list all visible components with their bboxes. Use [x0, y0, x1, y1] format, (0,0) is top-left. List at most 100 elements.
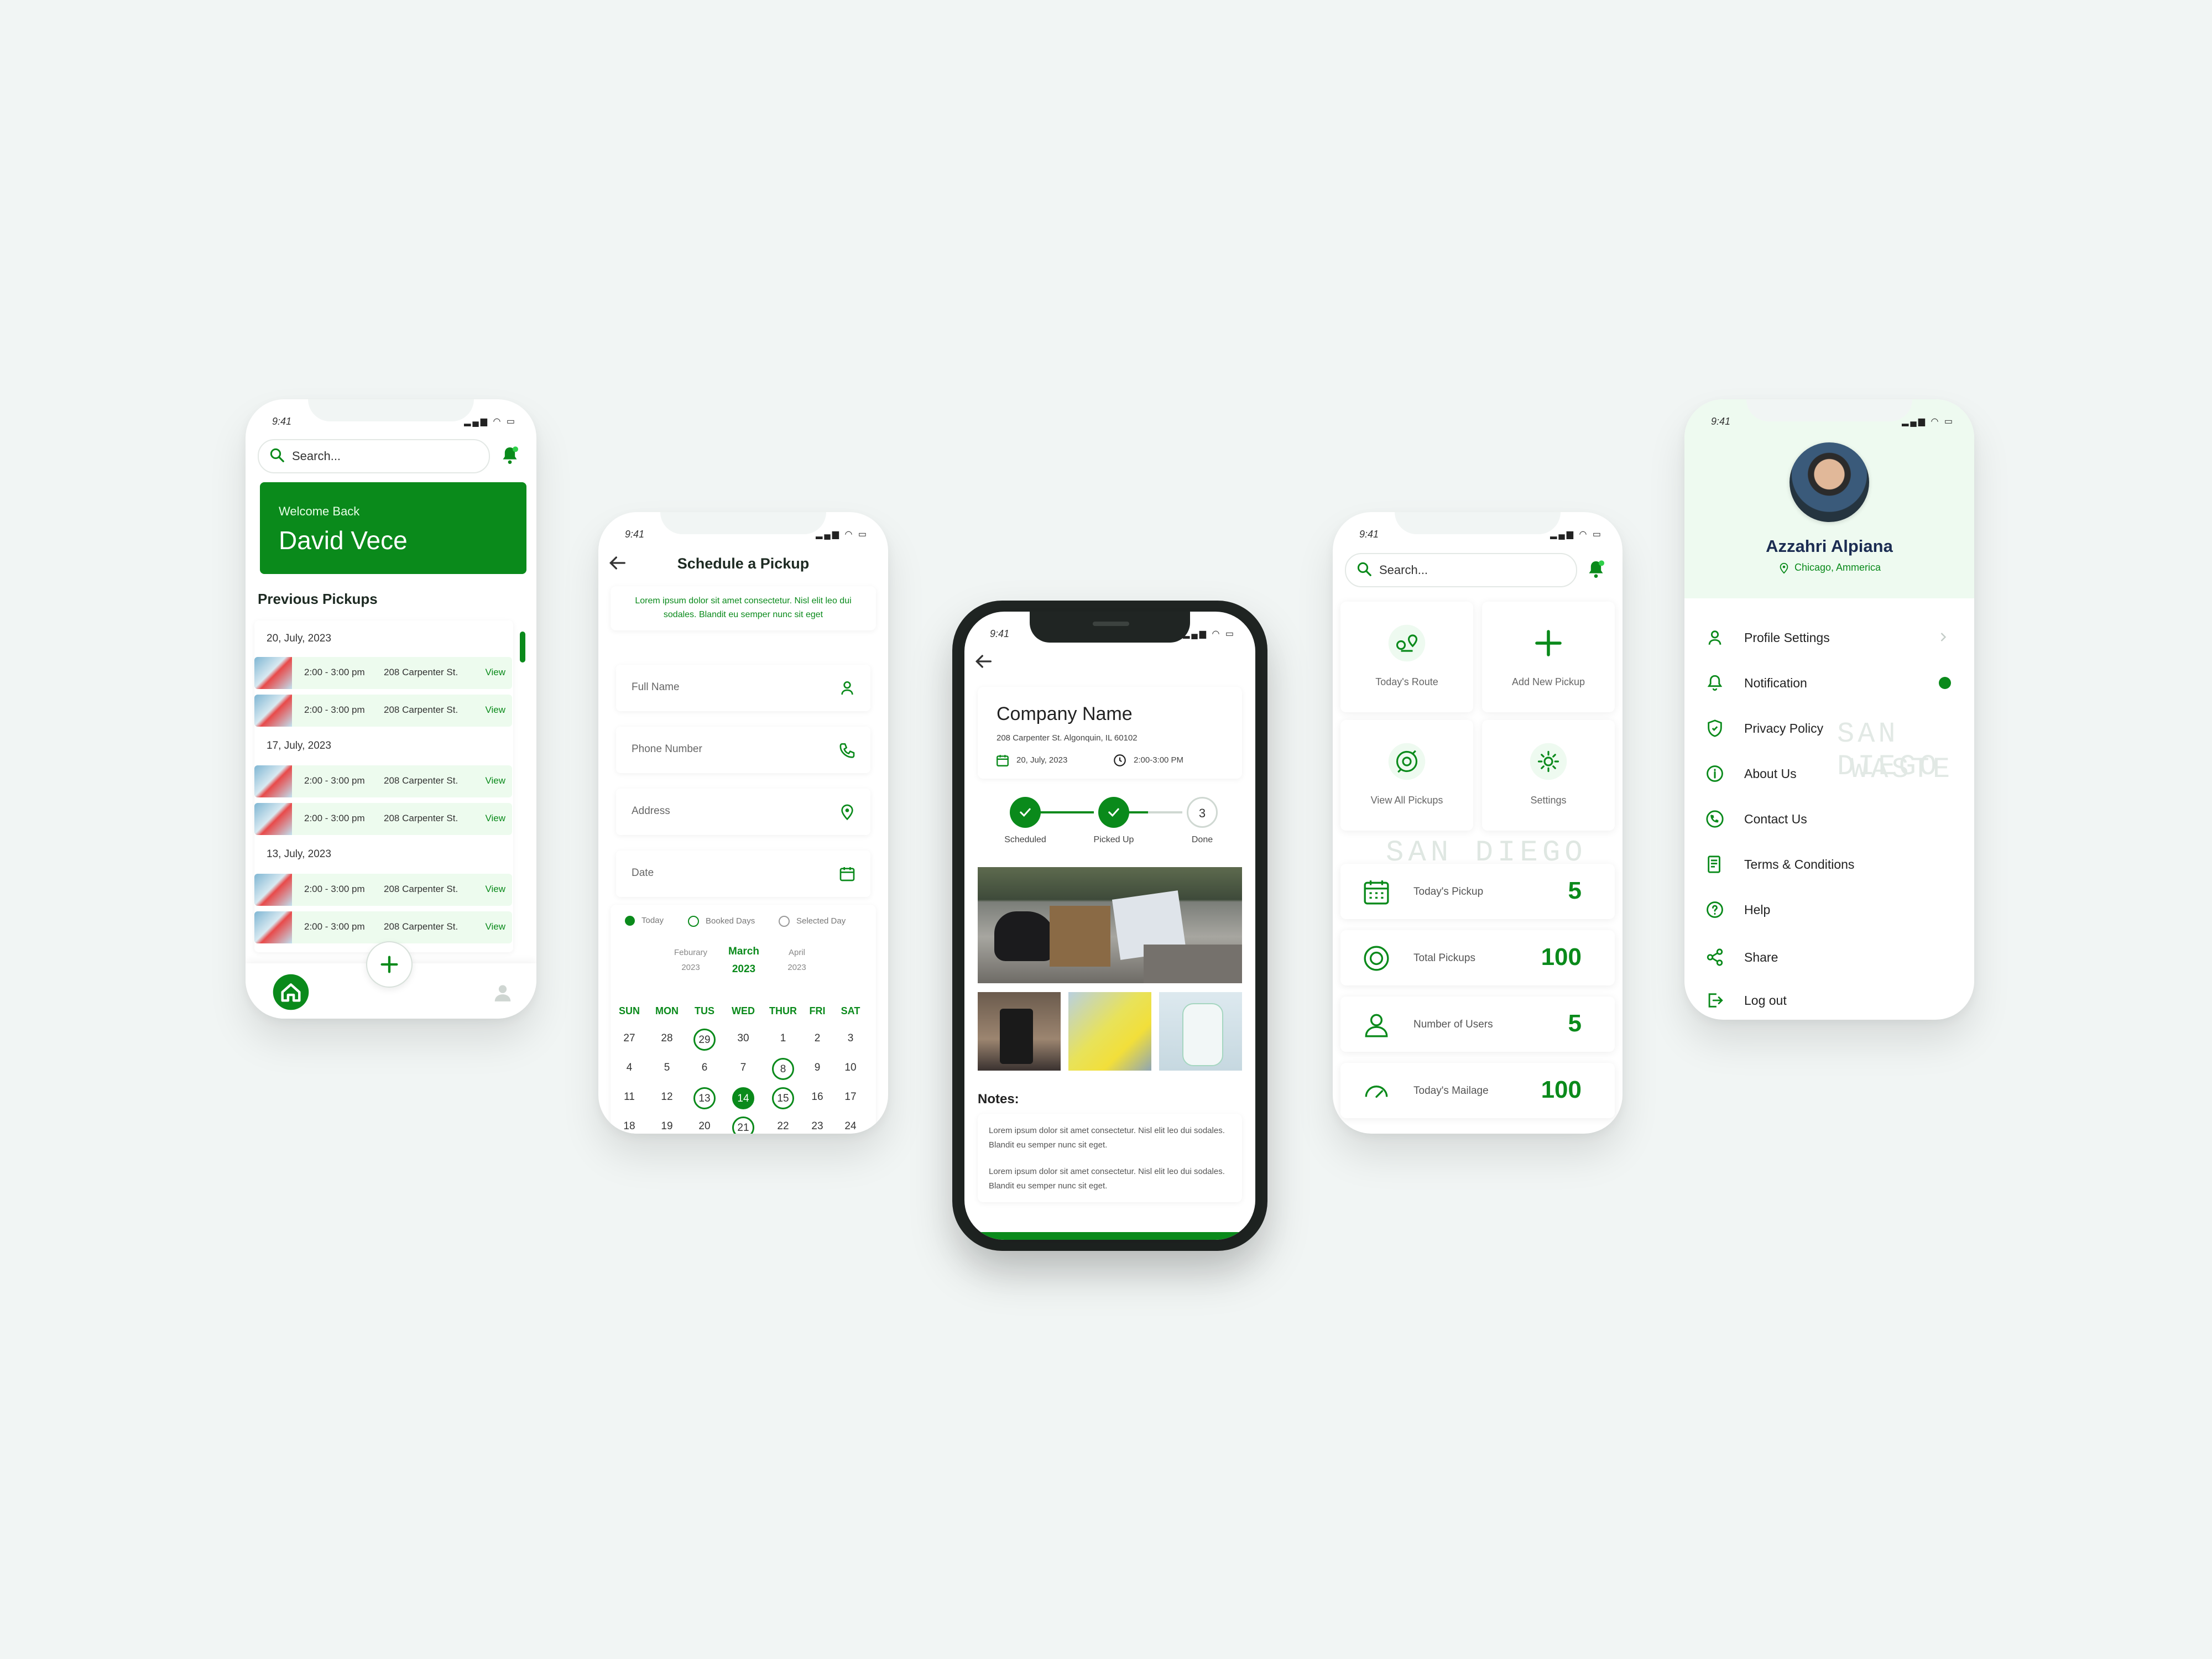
- calendar-day[interactable]: 3: [839, 1029, 862, 1051]
- company-address: 208 Carpenter St. Algonquin, IL 60102: [997, 733, 1138, 743]
- photo-thumbnail[interactable]: [1159, 992, 1242, 1071]
- status-bar: 9:41 ▂▄▆ ◠ ▭: [598, 523, 888, 545]
- calendar-day[interactable]: 15: [772, 1087, 794, 1109]
- chevron-right-icon: [1940, 633, 1947, 641]
- calendar-day[interactable]: 23: [806, 1117, 828, 1134]
- calendar-day[interactable]: 30: [732, 1029, 754, 1051]
- pickup-address: 208 Carpenter St.: [384, 921, 458, 932]
- calendar-day[interactable]: 7: [732, 1058, 754, 1080]
- calendar-day[interactable]: 2: [806, 1029, 828, 1051]
- back-arrow-icon[interactable]: [972, 650, 994, 672]
- list-item[interactable]: 2:00 - 3:00 pm 208 Carpenter St. View: [254, 911, 512, 943]
- phone-number-field[interactable]: Phone Number: [616, 727, 870, 773]
- menu-item-about-us[interactable]: About Us: [1684, 757, 1974, 790]
- recycle-cycle-icon: [1388, 743, 1426, 780]
- avatar[interactable]: [1790, 442, 1869, 522]
- date-field[interactable]: Date: [616, 851, 870, 897]
- menu-label: Notification: [1744, 676, 1807, 690]
- calendar-day[interactable]: 5: [656, 1058, 678, 1080]
- list-item[interactable]: 2:00 - 3:00 pm 208 Carpenter St. View: [254, 695, 512, 727]
- list-item[interactable]: 2:00 - 3:00 pm 208 Carpenter St. View: [254, 765, 512, 797]
- calendar-day[interactable]: 13: [693, 1087, 716, 1109]
- calendar-day[interactable]: 21: [732, 1117, 754, 1134]
- menu-item-privacy-policy[interactable]: Privacy Policy: [1684, 711, 1974, 744]
- calendar-day[interactable]: 12: [656, 1087, 678, 1109]
- calendar-day[interactable]: 4: [618, 1058, 640, 1080]
- calendar-day[interactable]: 22: [772, 1117, 794, 1134]
- menu-item-contact-us[interactable]: Contact Us: [1684, 802, 1974, 835]
- add-pickup-button[interactable]: [366, 941, 413, 988]
- search-bar[interactable]: Search...: [1345, 553, 1577, 587]
- add-new-pickup-tile[interactable]: Add New Pickup: [1482, 602, 1615, 712]
- calendar-day[interactable]: 9: [806, 1058, 828, 1080]
- view-all-pickups-tile[interactable]: View All Pickups: [1340, 720, 1473, 831]
- weekday-header: SUN: [618, 1005, 640, 1016]
- logout-icon: [1708, 993, 1723, 1008]
- menu-item-share[interactable]: Share: [1684, 940, 1974, 973]
- list-item[interactable]: 2:00 - 3:00 pm 208 Carpenter St. View: [254, 657, 512, 689]
- bottom-action-bar[interactable]: [964, 1232, 1255, 1240]
- view-link[interactable]: View: [485, 921, 505, 932]
- welcome-label: Welcome Back: [279, 504, 360, 518]
- view-link[interactable]: View: [485, 667, 505, 678]
- calendar-day[interactable]: 17: [839, 1087, 862, 1109]
- step-label: Scheduled: [1004, 835, 1046, 844]
- address-placeholder: Address: [632, 805, 670, 817]
- menu-label: Help: [1744, 902, 1771, 917]
- calendar-day[interactable]: 19: [656, 1117, 678, 1134]
- photo-thumbnail[interactable]: [1068, 992, 1151, 1071]
- calendar-icon: [997, 755, 1009, 766]
- calendar-day[interactable]: 24: [839, 1117, 862, 1134]
- notification-bell-icon[interactable]: [499, 445, 521, 467]
- menu-item-log-out[interactable]: Log out: [1684, 983, 1974, 1016]
- view-link[interactable]: View: [485, 775, 505, 786]
- list-item[interactable]: 2:00 - 3:00 pm 208 Carpenter St. View: [254, 874, 512, 906]
- calendar-day[interactable]: 1: [772, 1029, 794, 1051]
- pickup-time: 2:00 - 3:00 pm: [304, 705, 365, 715]
- notification-bell-icon[interactable]: [1585, 559, 1607, 581]
- weekday-header: WED: [732, 1005, 755, 1016]
- calendar-day[interactable]: 10: [839, 1058, 862, 1080]
- help-icon: [1707, 901, 1723, 918]
- calendar-day[interactable]: 18: [618, 1117, 640, 1134]
- profile-icon[interactable]: [492, 982, 513, 1003]
- main-waste-photo[interactable]: [978, 867, 1242, 983]
- search-bar[interactable]: Search...: [258, 439, 490, 473]
- calendar-day[interactable]: 8: [772, 1058, 794, 1080]
- calendar-day[interactable]: 11: [618, 1087, 640, 1109]
- view-link[interactable]: View: [485, 884, 505, 895]
- scrollbar-thumb[interactable]: [520, 632, 525, 662]
- cardboard-box: [1050, 906, 1110, 967]
- menu-item-notification[interactable]: Notification: [1684, 666, 1974, 699]
- photo-thumbnail[interactable]: [978, 992, 1061, 1071]
- calendar-day[interactable]: 16: [806, 1087, 828, 1109]
- calendar-day[interactable]: 6: [693, 1058, 716, 1080]
- settings-tile[interactable]: Settings: [1482, 720, 1615, 831]
- menu-item-profile-settings[interactable]: Profile Settings: [1684, 620, 1974, 654]
- signal-wifi-battery-icon: ▂▄▆ ◠ ▭: [816, 530, 868, 539]
- date-header: 17, July, 2023: [267, 740, 331, 752]
- notification-toggle-dot[interactable]: [1939, 677, 1951, 689]
- full-name-field[interactable]: Full Name: [616, 665, 870, 711]
- calendar-day[interactable]: 20: [693, 1117, 716, 1134]
- step-scheduled: [1010, 797, 1041, 828]
- status-bar: 9:41 ▂▄▆ ◠ ▭: [1684, 410, 1974, 432]
- pickup-time: 2:00 - 3:00 pm: [304, 667, 365, 677]
- view-link[interactable]: View: [485, 813, 505, 824]
- calendar-day[interactable]: 28: [656, 1029, 678, 1051]
- todays-route-tile[interactable]: Today's Route: [1340, 602, 1473, 712]
- menu-item-help[interactable]: Help: [1684, 893, 1974, 926]
- calendar-day[interactable]: 14: [732, 1087, 754, 1109]
- menu-item-terms-conditions[interactable]: Terms & Conditions: [1684, 847, 1974, 880]
- home-icon[interactable]: [272, 973, 310, 1011]
- notes-card: Lorem ipsum dolor sit amet consectetur. …: [978, 1114, 1242, 1202]
- phone-call-icon: [1706, 810, 1724, 828]
- list-item[interactable]: 2:00 - 3:00 pm 208 Carpenter St. View: [254, 803, 512, 835]
- calendar-day[interactable]: 27: [618, 1029, 640, 1051]
- calendar-day[interactable]: 29: [693, 1029, 716, 1051]
- view-link[interactable]: View: [485, 705, 505, 716]
- bell-icon: [1707, 675, 1723, 691]
- plus-icon: [1535, 630, 1562, 656]
- signal-wifi-battery-icon: ▂▄▆ ◠ ▭: [464, 417, 517, 426]
- address-field[interactable]: Address: [616, 789, 870, 835]
